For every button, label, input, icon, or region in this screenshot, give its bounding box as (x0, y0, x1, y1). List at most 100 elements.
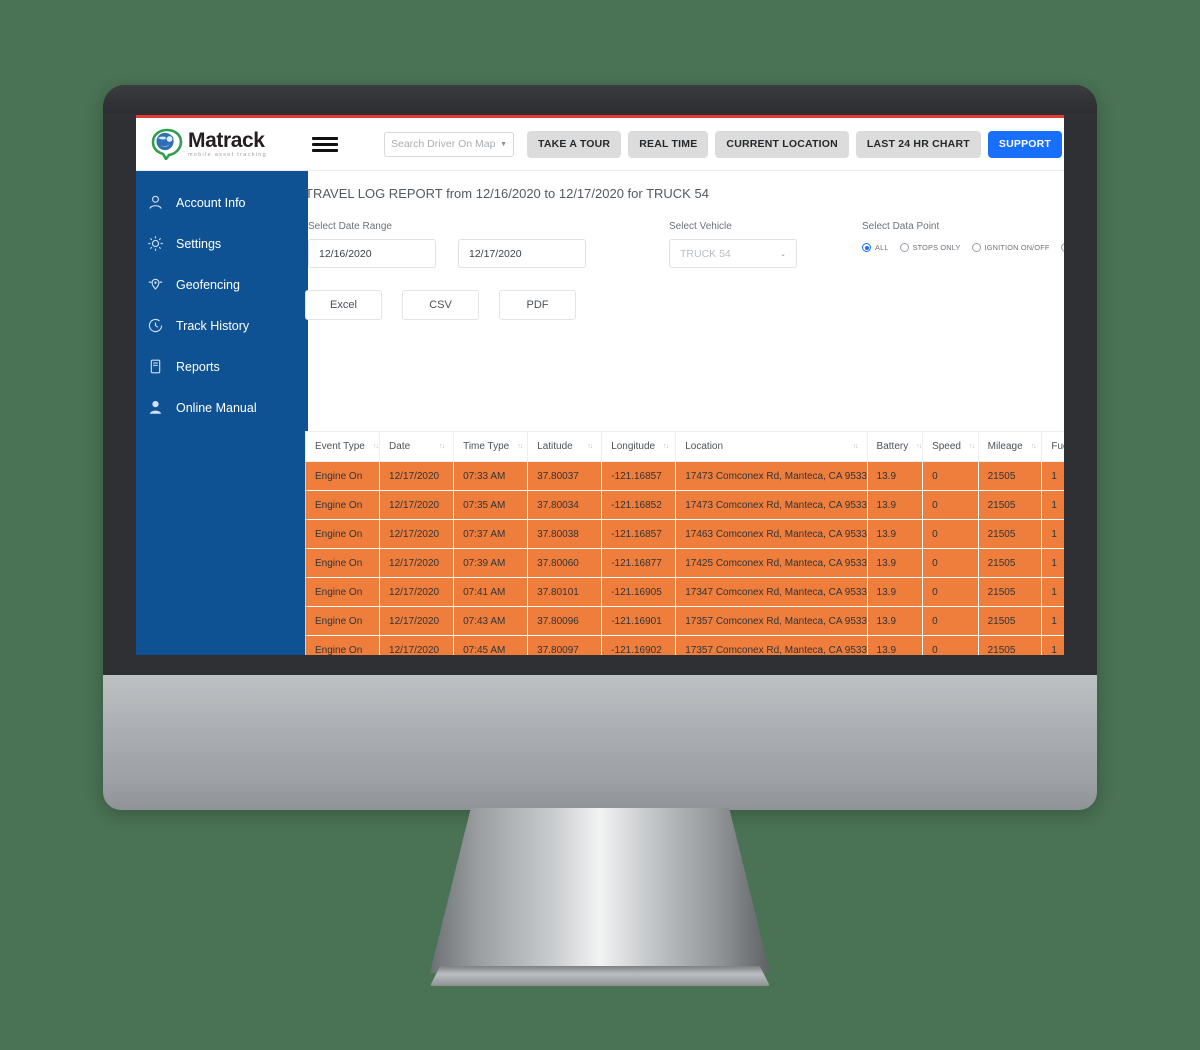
table-row[interactable]: Engine On 12/17/2020 07:33 AM 37.80037 -121.… (304, 461, 1064, 491)
export-pdf-button[interactable]: PDF (499, 290, 576, 320)
cell-latitude: 37.80034 (527, 490, 603, 520)
table-body: Engine On 12/17/2020 07:33 AM 37.80037 -121.… (304, 461, 1064, 655)
brand-name-prefix: Ma (188, 128, 217, 152)
column-header-date[interactable]: Date ↑↓ (379, 431, 455, 462)
cell-fuel: 1 (1041, 490, 1064, 520)
column-header-event-type[interactable]: Event Type ↑↓ (304, 431, 381, 462)
export-csv-button[interactable]: CSV (402, 290, 479, 320)
table-row[interactable]: Engine On 12/17/2020 07:39 AM 37.80060 -121.… (304, 548, 1064, 578)
cell-battery: 13.9 (866, 606, 924, 636)
cell-date: 12/17/2020 (379, 606, 455, 636)
sidebar-item-geofencing[interactable]: Geofencing (136, 271, 308, 298)
radio-option-stops-only[interactable]: STOPS ONLY (899, 243, 961, 252)
radio-indicator (862, 243, 871, 252)
cell-battery: 13.9 (866, 577, 924, 607)
take-a-tour-button[interactable]: TAKE A TOUR (527, 130, 622, 158)
date-from-input[interactable]: 12/16/2020 (308, 239, 436, 268)
table-row[interactable]: Engine On 12/17/2020 07:35 AM 37.80034 -121.… (304, 490, 1064, 520)
column-header-speed[interactable]: Speed ↑↓ (922, 431, 979, 462)
column-header-fuel[interactable]: Fuel↑↓ (1041, 431, 1064, 462)
sidebar-item-label: Geofencing (176, 277, 240, 292)
table-row[interactable]: Engine On 12/17/2020 07:37 AM 37.80038 -121.… (304, 519, 1064, 549)
export-button-group: Excel CSV PDF (305, 268, 1064, 320)
top-navigation-bar: Matrack mobile asset tracking Search Dri… (136, 118, 1064, 171)
cell-location: 17347 Comconex Rd, Manteca, CA 95336 (675, 577, 868, 607)
sidebar-navigation: Account Info Settings Geofencing Track H… (136, 171, 308, 655)
radio-label: ALL (875, 243, 889, 252)
monitor-body (103, 675, 1097, 810)
cell-date: 12/17/2020 (379, 577, 455, 607)
column-header-label: Latitude (537, 441, 573, 452)
table-header-row: Event Type ↑↓ Date ↑↓ Time Type ↑↓ Latitude… (304, 431, 1064, 462)
cell-latitude: 37.80060 (527, 548, 603, 578)
cell-date: 12/17/2020 (379, 461, 455, 491)
radio-label: STOPS ONLY (912, 243, 961, 252)
cell-speed: 0 (922, 519, 979, 549)
sort-arrows-icon: ↑↓ (517, 443, 523, 450)
hamburger-menu-icon[interactable] (312, 134, 338, 155)
cell-event-type: Engine On (304, 577, 381, 607)
column-header-latitude[interactable]: Latitude ↑↓ (527, 431, 603, 462)
sidebar-item-reports[interactable]: Reports (136, 353, 308, 380)
sort-arrows-icon: ↑↓ (439, 443, 445, 450)
column-header-label: Event Type (315, 441, 365, 452)
column-header-battery[interactable]: Battery ↑↓ (866, 431, 924, 462)
sidebar-item-account-info[interactable]: Account Info (136, 189, 308, 216)
sidebar-item-track-history[interactable]: Track History (136, 312, 308, 339)
datapoint-radio-group: ALL STOPS ONLY IGNITION ON/OFF (862, 243, 1064, 252)
cell-speed: 0 (922, 577, 979, 607)
brand-tagline: mobile asset tracking (188, 151, 267, 158)
sidebar-item-online-manual[interactable]: Online Manual (136, 394, 308, 421)
cell-event-type: Engine On (304, 635, 381, 655)
cell-fuel: 1 (1041, 548, 1064, 578)
table-row[interactable]: Engine On 12/17/2020 07:41 AM 37.80101 -121.… (304, 577, 1064, 607)
search-driver-input[interactable]: Search Driver On Map ▼ (384, 131, 514, 157)
sidebar-item-label: Reports (176, 359, 220, 374)
column-header-time-type[interactable]: Time Type ↑↓ (453, 431, 529, 462)
report-main-content: TRAVEL LOG REPORT from 12/16/2020 to 12/… (304, 171, 1064, 655)
brand-logo[interactable]: Matrack mobile asset tracking (136, 128, 308, 162)
export-excel-button[interactable]: Excel (305, 290, 382, 320)
hamburger-bar (312, 136, 338, 140)
cell-speed: 0 (922, 606, 979, 636)
hamburger-bar (312, 148, 338, 152)
date-range-label: Select Date Range (308, 221, 392, 232)
cell-fuel: 1 (1041, 635, 1064, 655)
travel-log-table: Event Type ↑↓ Date ↑↓ Time Type ↑↓ Latitude… (304, 431, 1064, 655)
cell-mileage: 21505 (977, 635, 1043, 655)
cell-time-type: 07:45 AM (453, 635, 529, 655)
cell-battery: 13.9 (866, 635, 924, 655)
sidebar-item-label: Account Info (176, 195, 246, 210)
date-to-input[interactable]: 12/17/2020 (458, 239, 586, 268)
chevron-down-icon: ▼ (500, 140, 507, 148)
radio-option-movements-only[interactable]: MOVEMENTS ONLY (1060, 243, 1064, 252)
cell-mileage: 21505 (977, 577, 1043, 607)
globe-logo-icon (150, 128, 184, 162)
table-row[interactable]: Engine On 12/17/2020 07:43 AM 37.80096 -121.… (304, 606, 1064, 636)
current-location-button[interactable]: CURRENT LOCATION (715, 130, 849, 158)
map-pin-icon (146, 275, 172, 295)
sort-arrows-icon: ↑↓ (663, 443, 669, 450)
vehicle-select[interactable]: TRUCK 54 ⌄ (669, 239, 797, 268)
last-24-hr-chart-button[interactable]: LAST 24 HR CHART (855, 130, 981, 158)
column-header-label: Date (389, 441, 411, 452)
real-time-button[interactable]: REAL TIME (628, 130, 709, 158)
cell-location: 17357 Comconex Rd, Manteca, CA 95336 (675, 635, 868, 655)
cell-date: 12/17/2020 (379, 548, 455, 578)
radio-option-all[interactable]: ALL (862, 243, 889, 252)
column-header-location[interactable]: Location ↑↓ (675, 431, 868, 462)
table-row[interactable]: Engine On 12/17/2020 07:45 AM 37.80097 -121.… (304, 635, 1064, 655)
cell-battery: 13.9 (866, 519, 924, 549)
datapoint-label: Select Data Point (862, 221, 940, 232)
cell-battery: 13.9 (866, 548, 924, 578)
radio-option-ignition-on-off[interactable]: IGNITION ON/OFF (971, 243, 1050, 252)
cell-mileage: 21505 (977, 548, 1043, 578)
cell-time-type: 07:35 AM (453, 490, 529, 520)
sidebar-item-settings[interactable]: Settings (136, 230, 308, 257)
sort-arrows-icon: ↑↓ (587, 443, 593, 450)
column-header-mileage[interactable]: Mileage ↑↓ (977, 431, 1043, 462)
column-header-longitude[interactable]: Longitude ↑↓ (601, 431, 677, 462)
column-header-label: Time Type (463, 441, 510, 452)
cell-battery: 13.9 (866, 461, 924, 491)
support-button[interactable]: SUPPORT (987, 130, 1063, 158)
